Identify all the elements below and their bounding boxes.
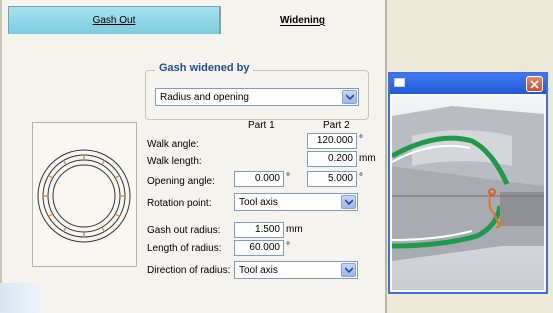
rotation-point-value: Tool axis [239, 196, 278, 208]
tool-render-image [392, 106, 544, 261]
length-of-radius-input[interactable]: 60.000 [234, 240, 284, 256]
walk-angle-label: Walk angle: [147, 139, 199, 150]
walk-length-part2-input[interactable]: 0.200 [307, 151, 357, 167]
direction-of-radius-label: Direction of radius: [147, 265, 231, 276]
tab-widening-label: Widening [280, 14, 325, 26]
chevron-down-icon[interactable] [342, 90, 357, 104]
chevron-down-icon[interactable] [341, 195, 356, 209]
gash-out-radius-label: Gash out radius: [147, 225, 221, 236]
column-header-part2: Part 2 [323, 120, 350, 131]
gash-out-radius-input[interactable]: 1.500 [234, 222, 284, 238]
opening-angle-part1-input[interactable]: 0.000 [234, 171, 284, 187]
close-icon [530, 79, 539, 89]
tab-widening[interactable]: Widening [220, 6, 384, 34]
column-header-part1: Part 1 [248, 120, 275, 131]
direction-of-radius-select[interactable]: Tool axis [234, 261, 358, 279]
direction-of-radius-value: Tool axis [239, 264, 278, 276]
ring-diagram-image [37, 149, 131, 243]
window-icon [394, 78, 405, 87]
length-of-radius-unit: ° [286, 241, 290, 252]
walk-angle-part2-input[interactable]: 120.000 [307, 133, 357, 149]
gash-out-radius-unit: mm [286, 224, 303, 235]
rotation-point-select[interactable]: Tool axis [234, 193, 358, 211]
tab-gash-out-label: Gash Out [92, 15, 136, 26]
opening-angle-part1-unit: ° [286, 172, 290, 183]
length-of-radius-label: Length of radius: [147, 243, 222, 254]
taskbar-fragment [0, 283, 40, 313]
tab-gash-out[interactable]: Gash Out [8, 6, 220, 34]
opening-angle-label: Opening angle: [147, 176, 215, 187]
viewer-titlebar[interactable] [390, 74, 546, 94]
widening-method-value: Radius and opening [160, 91, 249, 103]
widening-method-select[interactable]: Radius and opening [155, 88, 359, 106]
group-title: Gash widened by [155, 62, 254, 74]
opening-angle-part2-input[interactable]: 5.000 [307, 171, 357, 187]
tool-viewer-window [388, 72, 548, 294]
close-button[interactable] [526, 76, 543, 92]
walk-length-label: Walk length: [147, 156, 202, 167]
walk-length-unit: mm [359, 153, 376, 164]
chevron-down-icon[interactable] [341, 263, 356, 277]
tool-3d-view[interactable] [392, 96, 544, 290]
walk-angle-unit: ° [359, 134, 363, 145]
opening-angle-part2-unit: ° [359, 172, 363, 183]
rotation-point-label: Rotation point: [147, 198, 212, 209]
gash-preview-diagram [32, 122, 137, 267]
